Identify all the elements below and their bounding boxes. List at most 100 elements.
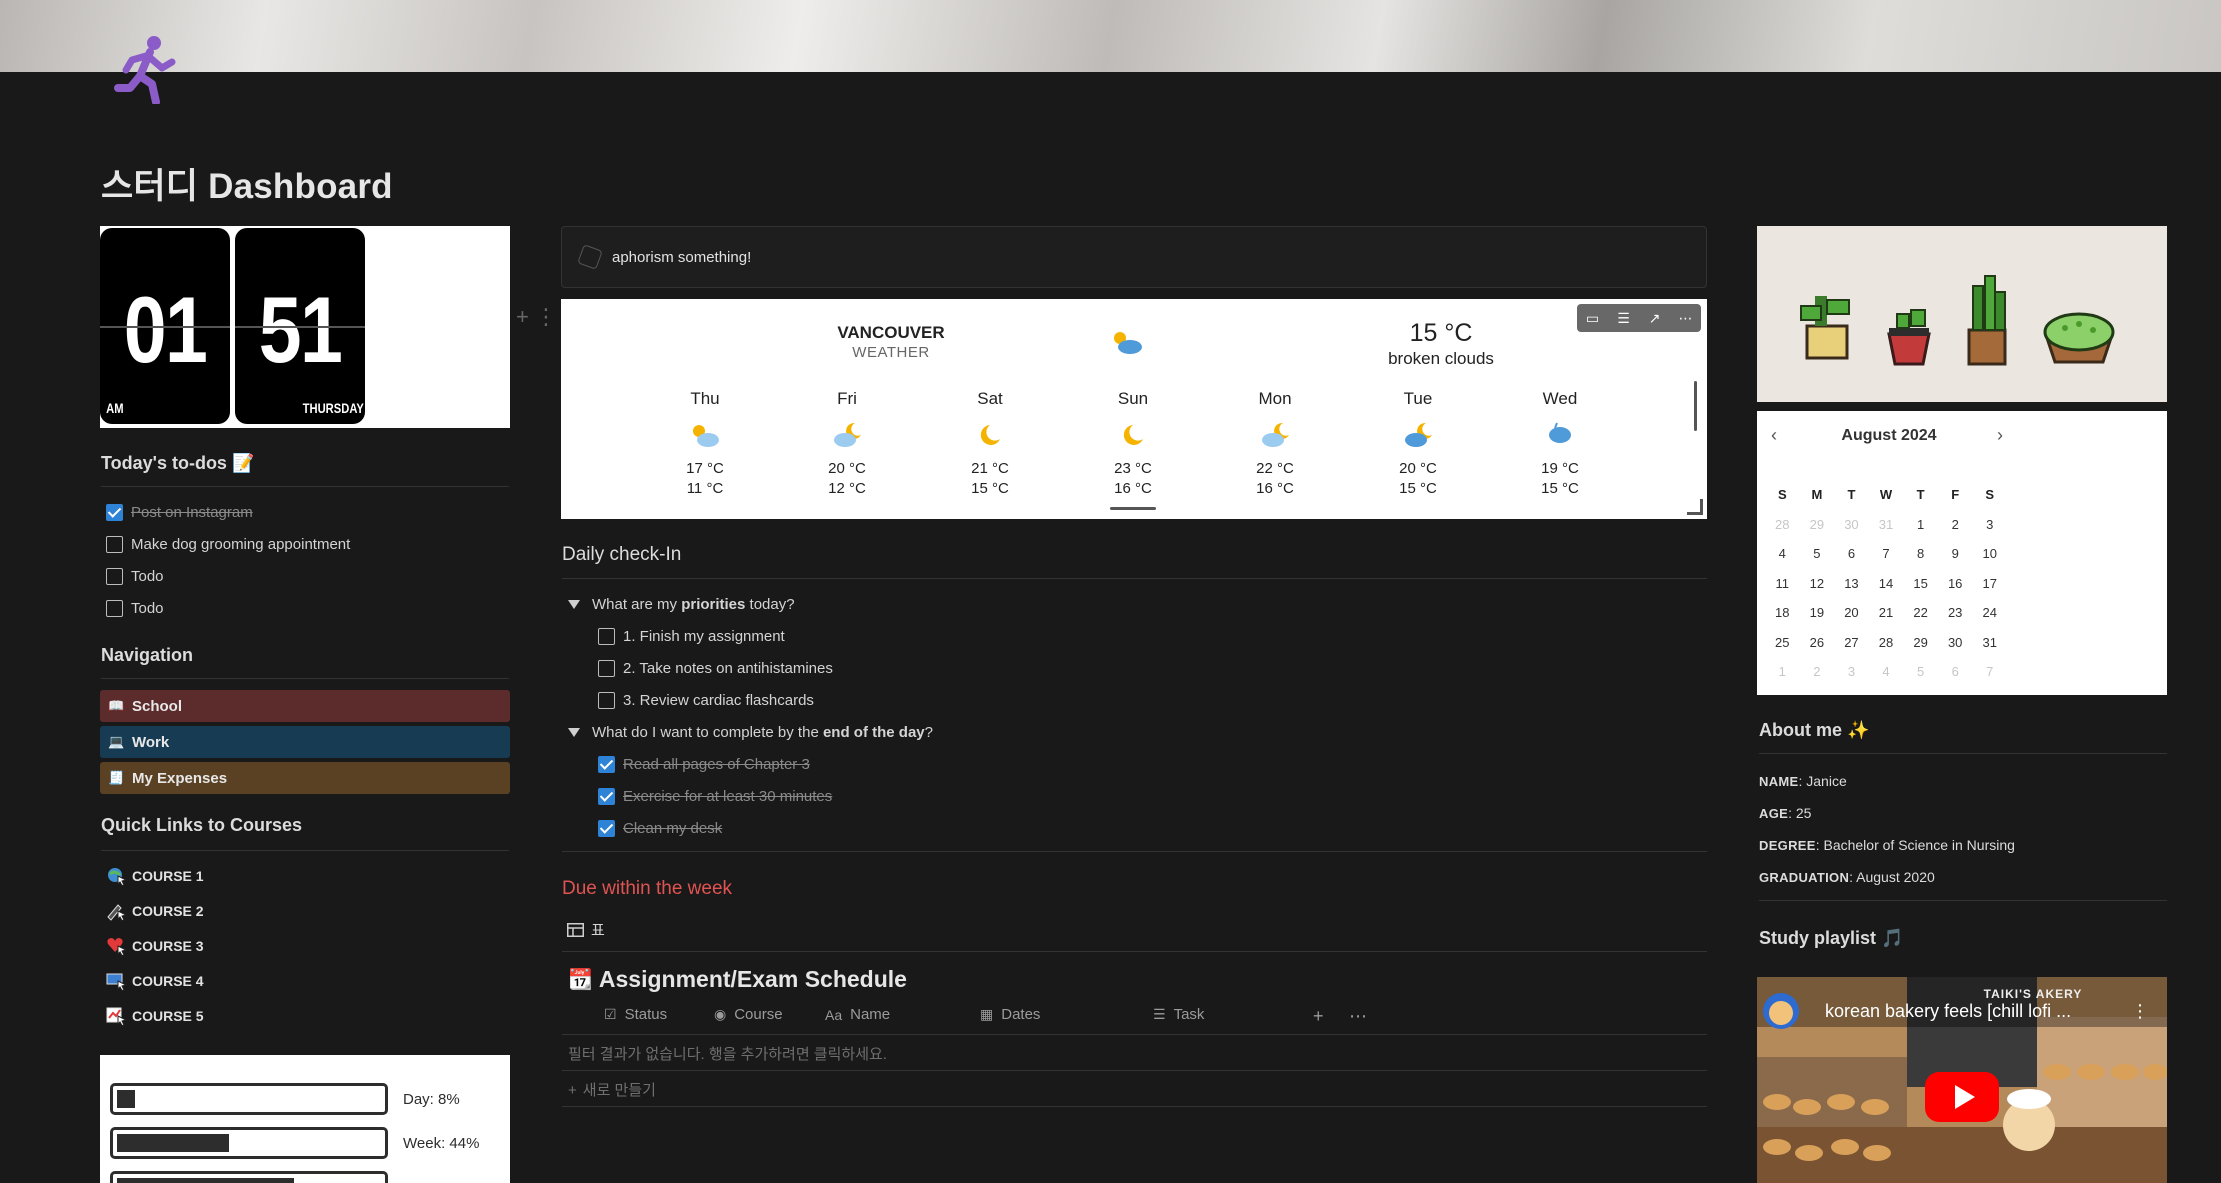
quote-callout[interactable]: aphorism something! xyxy=(561,226,1707,288)
calendar-day[interactable]: 14 xyxy=(1869,576,1904,591)
forecast-day-name: Sat xyxy=(977,389,1003,408)
calendar-day[interactable]: 24 xyxy=(1972,605,2007,620)
checkin-item[interactable]: 3. Review cardiac flashcards xyxy=(598,692,814,709)
checkbox[interactable] xyxy=(106,536,123,553)
checkbox[interactable] xyxy=(598,628,615,645)
checkbox[interactable] xyxy=(106,568,123,585)
calendar-day[interactable]: 31 xyxy=(1972,635,2007,650)
divider xyxy=(562,1106,1707,1107)
toggle-arrow-icon[interactable] xyxy=(568,600,580,609)
toggle-priorities[interactable]: What are my priorities today? xyxy=(568,596,795,613)
calendar-day[interactable]: 12 xyxy=(1800,576,1835,591)
calendar-day[interactable]: 18 xyxy=(1765,605,1800,620)
calendar-day[interactable]: 3 xyxy=(1834,664,1869,679)
database-title[interactable]: 📆 Assignment/Exam Schedule xyxy=(568,966,907,993)
checkin-item[interactable]: 1. Finish my assignment xyxy=(598,628,785,645)
calendar-day[interactable]: 19 xyxy=(1800,605,1835,620)
empty-table-message[interactable]: 필터 결과가 없습니다. 행을 추가하려면 클릭하세요. xyxy=(568,1043,887,1064)
checkbox-checked[interactable] xyxy=(598,788,615,805)
resize-handle[interactable] xyxy=(1687,499,1703,515)
scrollbar[interactable] xyxy=(1694,381,1697,431)
todo-item[interactable]: Todo xyxy=(106,568,164,585)
calendar-day[interactable]: 15 xyxy=(1903,576,1938,591)
calendar-day[interactable]: 21 xyxy=(1869,605,1904,620)
calendar-day[interactable]: 25 xyxy=(1765,635,1800,650)
calendar-day[interactable]: 5 xyxy=(1800,546,1835,561)
calendar-day[interactable]: 1 xyxy=(1765,664,1800,679)
open-external-icon[interactable]: ↗ xyxy=(1646,310,1664,326)
course-link-5[interactable]: COURSE 5 xyxy=(106,1006,204,1027)
checkin-item[interactable]: Exercise for at least 30 minutes xyxy=(598,788,832,805)
course-link-4[interactable]: COURSE 4 xyxy=(106,971,204,992)
calendar-day[interactable]: 11 xyxy=(1765,576,1800,591)
calendar-day[interactable]: 20 xyxy=(1834,605,1869,620)
caption-icon[interactable]: ☰ xyxy=(1615,310,1633,326)
nav-expenses-button[interactable]: 🧾 My Expenses xyxy=(100,762,510,794)
youtube-video-embed[interactable]: TAIKI'S AKERY korean bakery feels [chill… xyxy=(1757,977,2167,1183)
calendar-day[interactable]: 16 xyxy=(1938,576,1973,591)
calendar-day[interactable]: 7 xyxy=(1869,546,1904,561)
checkin-item[interactable]: Read all pages of Chapter 3 xyxy=(598,756,810,773)
embed-toolbar: ▭ ☰ ↗ ⋯ xyxy=(1577,304,1701,332)
column-task[interactable]: ☰ Task xyxy=(1153,1006,1204,1023)
toggle-end-of-day[interactable]: What do I want to complete by the end of… xyxy=(568,724,933,741)
comment-icon[interactable]: ▭ xyxy=(1584,310,1602,326)
calendar-day[interactable]: 29 xyxy=(1800,517,1835,532)
calendar-day[interactable]: 31 xyxy=(1869,517,1904,532)
more-icon[interactable]: ⋯ xyxy=(1677,310,1695,326)
video-menu-icon[interactable]: ⋮ xyxy=(2131,1001,2149,1022)
add-column-icon[interactable]: + xyxy=(1313,1006,1324,1027)
video-title[interactable]: korean bakery feels [chill lofi ... xyxy=(1825,1001,2125,1022)
checkbox-checked[interactable] xyxy=(598,820,615,837)
calendar-day[interactable]: 27 xyxy=(1834,635,1869,650)
calendar-day[interactable]: 8 xyxy=(1903,546,1938,561)
column-course[interactable]: ◉ Course xyxy=(714,1006,783,1023)
column-dates[interactable]: ▦ Dates xyxy=(980,1006,1040,1023)
more-icon[interactable]: ⋯ xyxy=(1349,1006,1367,1027)
new-row-button[interactable]: + 새로 만들기 xyxy=(568,1079,656,1100)
calendar-day[interactable]: 22 xyxy=(1903,605,1938,620)
calendar-day[interactable]: 4 xyxy=(1765,546,1800,561)
calendar-day[interactable]: 2 xyxy=(1800,664,1835,679)
toggle-arrow-icon[interactable] xyxy=(568,728,580,737)
calendar-day[interactable]: 6 xyxy=(1834,546,1869,561)
calendar-day[interactable]: 7 xyxy=(1972,664,2007,679)
calendar-day[interactable]: 9 xyxy=(1938,546,1973,561)
checkin-item[interactable]: Clean my desk xyxy=(598,820,722,837)
calendar-day[interactable]: 10 xyxy=(1972,546,2007,561)
checkbox[interactable] xyxy=(598,692,615,709)
todo-item[interactable]: Make dog grooming appointment xyxy=(106,536,350,553)
calendar-day[interactable]: 4 xyxy=(1869,664,1904,679)
running-person-icon[interactable] xyxy=(112,32,176,106)
calendar-day[interactable]: 5 xyxy=(1903,664,1938,679)
table-view-tab[interactable]: 표 xyxy=(567,919,605,940)
checkbox-checked[interactable] xyxy=(598,756,615,773)
calendar-day[interactable]: 17 xyxy=(1972,576,2007,591)
calendar-day[interactable]: 30 xyxy=(1938,635,1973,650)
checkbox[interactable] xyxy=(106,600,123,617)
column-status[interactable]: ☑ Status xyxy=(604,1006,667,1023)
calendar-day[interactable]: 13 xyxy=(1834,576,1869,591)
calendar-day[interactable]: 30 xyxy=(1834,517,1869,532)
nav-school-button[interactable]: 📖 School xyxy=(100,690,510,722)
nav-work-button[interactable]: 💻 Work xyxy=(100,726,510,758)
checkbox[interactable] xyxy=(598,660,615,677)
calendar-day[interactable]: 6 xyxy=(1938,664,1973,679)
course-link-2[interactable]: COURSE 2 xyxy=(106,901,204,922)
calendar-day[interactable]: 23 xyxy=(1938,605,1973,620)
calendar-day[interactable]: 28 xyxy=(1869,635,1904,650)
calendar-day[interactable]: 29 xyxy=(1903,635,1938,650)
calendar-day[interactable]: 3 xyxy=(1972,517,2007,532)
checkin-item[interactable]: 2. Take notes on antihistamines xyxy=(598,660,833,677)
calendar-day[interactable]: 26 xyxy=(1800,635,1835,650)
next-month-button[interactable]: › xyxy=(1997,425,2003,446)
course-link-1[interactable]: COURSE 1 xyxy=(106,866,204,887)
calendar-day[interactable]: 2 xyxy=(1938,517,1973,532)
course-link-3[interactable]: COURSE 3 xyxy=(106,936,204,957)
checkbox-checked[interactable] xyxy=(106,504,123,521)
calendar-day[interactable]: 1 xyxy=(1903,517,1938,532)
todo-item[interactable]: Post on Instagram xyxy=(106,504,253,521)
column-name[interactable]: Aa Name xyxy=(825,1006,890,1023)
todo-item[interactable]: Todo xyxy=(106,600,164,617)
calendar-day[interactable]: 28 xyxy=(1765,517,1800,532)
